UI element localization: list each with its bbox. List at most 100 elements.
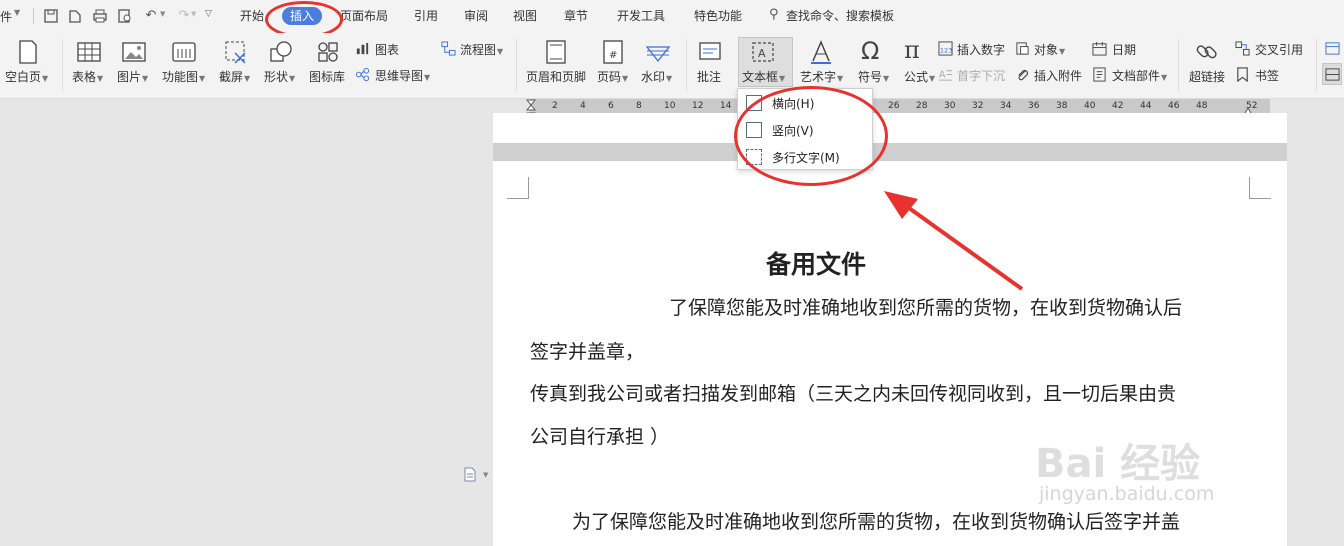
chevron-down-icon[interactable]: ▼ <box>14 8 20 17</box>
file-menu[interactable]: 件 <box>0 8 12 25</box>
chart-icon[interactable] <box>355 41 370 56</box>
command-search[interactable]: 查找命令、搜索模板 <box>786 8 894 24</box>
chevron-down-icon: ▼ <box>97 74 104 83</box>
blank-page-button[interactable]: 空白页▼ <box>5 68 48 85</box>
chevron-down-icon: ▼ <box>837 74 844 83</box>
blank-page-icon[interactable] <box>15 39 41 65</box>
doc-parts-icon[interactable] <box>1092 67 1107 82</box>
watermark-icon[interactable] <box>645 39 671 65</box>
tab-references[interactable]: 引用 <box>414 8 438 24</box>
page-number-button[interactable]: 页码▼ <box>597 68 628 85</box>
doc-parts-label: 文档部件 <box>1112 69 1161 83</box>
margin-corner-mark <box>1249 177 1271 199</box>
doc-parts-button[interactable]: 文档部件▼ <box>1112 67 1167 84</box>
chevron-down-icon: ▼ <box>42 74 49 83</box>
divider <box>33 8 34 24</box>
watermark-brand: Bai 经验 <box>1035 441 1201 487</box>
omega-icon[interactable]: Ω <box>861 37 879 65</box>
tab-special-features[interactable]: 特色功能 <box>694 8 742 24</box>
document-outline-icon[interactable] <box>463 467 477 482</box>
chevron-down-icon: ▼ <box>883 74 890 83</box>
divider <box>516 39 517 91</box>
symbol-button[interactable]: 符号▼ <box>858 68 889 85</box>
bookmark-label[interactable]: 书签 <box>1255 67 1279 84</box>
flowchart-button[interactable]: 流程图▼ <box>460 41 503 58</box>
quick-access-more-icon[interactable]: ▽ <box>205 9 212 19</box>
chevron-down-icon[interactable]: ▼ <box>483 471 488 479</box>
sidebar-toggle-button[interactable] <box>1322 63 1342 85</box>
chevron-down-icon[interactable]: ▼ <box>160 10 165 18</box>
function-chart-icon[interactable] <box>171 39 197 65</box>
pi-icon[interactable]: π <box>904 36 920 64</box>
link-icon[interactable] <box>1194 39 1220 65</box>
menu-bar: 件 ▼ ↶ ▼ ↷ ▼ ▽ 开始 插入 页面布局 引用 审阅 视图 章节 开发工… <box>0 0 1344 33</box>
insert-number-icon[interactable]: 123 <box>938 41 953 56</box>
undo-icon[interactable]: ↶ <box>143 8 159 24</box>
watermark-button[interactable]: 水印▼ <box>641 68 672 85</box>
search-icon[interactable]: ⚲ <box>769 7 779 22</box>
sidebar-icon <box>1325 68 1340 81</box>
textbox-icon[interactable]: A <box>750 39 776 65</box>
comment-icon[interactable] <box>697 39 723 65</box>
flowchart-icon[interactable] <box>441 41 456 56</box>
paragraph-line: 传真到我公司或者扫描发到邮箱（三天之内未回传视同收到，且一切后果由贵 <box>530 383 1177 405</box>
comment-label[interactable]: 批注 <box>697 68 721 85</box>
cross-reference-label[interactable]: 交叉引用 <box>1255 41 1303 58</box>
mindmap-icon[interactable] <box>355 67 370 82</box>
insert-number-label[interactable]: 插入数字 <box>957 41 1005 58</box>
mindmap-button[interactable]: 思维导图▼ <box>375 67 430 84</box>
watermark-label: 水印 <box>641 70 666 84</box>
svg-text:#: # <box>609 50 617 61</box>
cross-reference-icon[interactable] <box>1235 41 1250 56</box>
calendar-icon[interactable] <box>1092 41 1107 56</box>
ruler-tick-label: 8 <box>636 101 642 111</box>
print-preview-icon[interactable] <box>117 8 133 24</box>
shape-button[interactable]: 形状▼ <box>264 68 295 85</box>
picture-button[interactable]: 图片▼ <box>117 68 148 85</box>
symbol-label: 符号 <box>858 70 883 84</box>
tab-page-layout[interactable]: 页面布局 <box>340 8 388 24</box>
wordart-icon[interactable] <box>808 39 834 65</box>
tab-developer[interactable]: 开发工具 <box>617 8 665 24</box>
screenshot-button[interactable]: 截屏▼ <box>219 68 250 85</box>
screenshot-icon[interactable] <box>223 39 249 65</box>
icon-library-icon[interactable] <box>315 39 341 65</box>
wordart-label: 艺术字 <box>800 70 837 84</box>
bookmark-icon[interactable] <box>1235 67 1250 82</box>
paragraph-line: 了保障您能及时准确地收到您所需的货物，在收到货物确认后 <box>669 297 1183 319</box>
table-icon[interactable] <box>76 39 102 65</box>
ruler-tick-label: 12 <box>692 101 704 111</box>
picture-icon[interactable] <box>121 39 147 65</box>
function-chart-button[interactable]: 功能图▼ <box>162 68 205 85</box>
horizontal-ruler[interactable]: 2468101214161820222426283032343638404244… <box>530 99 1270 113</box>
object-button[interactable]: 对象▼ <box>1034 41 1065 58</box>
attachment-label[interactable]: 插入附件 <box>1034 67 1082 84</box>
shape-icon[interactable] <box>268 39 294 65</box>
redo-icon[interactable]: ↷ <box>176 8 192 24</box>
date-label[interactable]: 日期 <box>1112 41 1136 58</box>
table-button[interactable]: 表格▼ <box>72 68 103 85</box>
tab-section[interactable]: 章节 <box>564 8 588 24</box>
svg-text:A: A <box>758 47 766 60</box>
tab-home[interactable]: 开始 <box>240 8 264 24</box>
page-number-icon[interactable]: # <box>600 39 626 65</box>
print-icon[interactable] <box>92 8 108 24</box>
paperclip-icon[interactable] <box>1015 67 1030 82</box>
chart-button[interactable]: 图表 <box>375 41 399 58</box>
ruler-tick-label: 44 <box>1140 101 1152 111</box>
panel-icon[interactable] <box>1325 41 1340 56</box>
textbox-label: 文本框 <box>742 70 779 84</box>
icon-library-label[interactable]: 图标库 <box>309 68 345 85</box>
textbox-label-wrap[interactable]: 文本框▼ <box>742 68 785 85</box>
wordart-button[interactable]: 艺术字▼ <box>800 68 843 85</box>
shape-label: 形状 <box>264 70 289 84</box>
object-icon[interactable] <box>1015 41 1030 56</box>
formula-button[interactable]: 公式▼ <box>904 68 935 85</box>
header-footer-label[interactable]: 页眉和页脚 <box>526 68 586 85</box>
tab-review[interactable]: 审阅 <box>464 8 488 24</box>
tab-view[interactable]: 视图 <box>513 8 537 24</box>
export-pdf-icon[interactable] <box>67 8 83 24</box>
hyperlink-label[interactable]: 超链接 <box>1189 68 1225 85</box>
save-icon[interactable] <box>43 8 59 24</box>
header-footer-icon[interactable] <box>543 39 569 65</box>
